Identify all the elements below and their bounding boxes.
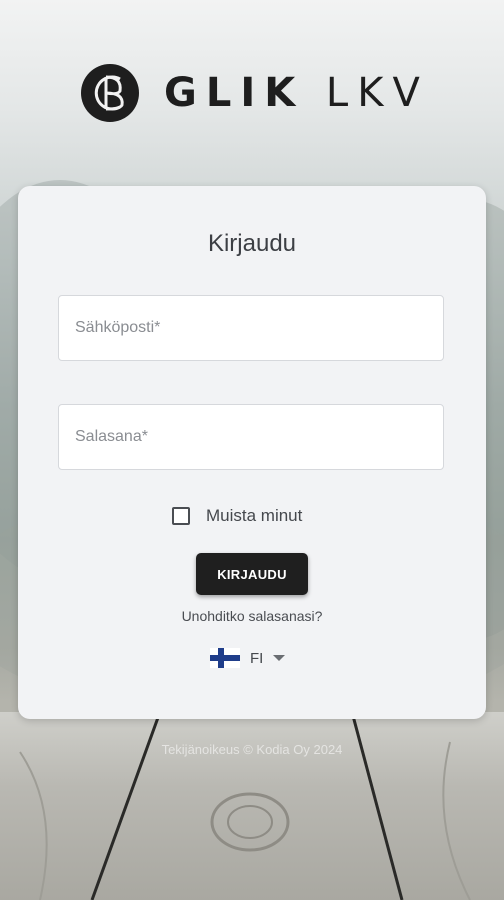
login-button[interactable]: KIRJAUDU bbox=[196, 553, 308, 595]
forgot-password-link[interactable]: Unohditko salasanasi? bbox=[18, 608, 486, 624]
brand-logo: GLIK LKV bbox=[80, 62, 429, 124]
brand-name-light: LKV bbox=[325, 70, 429, 116]
login-card: Kirjaudu Muista minut KIRJAUDU Unohditko… bbox=[18, 186, 486, 719]
login-title: Kirjaudu bbox=[207, 230, 297, 257]
email-input[interactable] bbox=[58, 295, 444, 361]
remember-me-checkbox[interactable] bbox=[172, 507, 190, 525]
glik-monogram-icon bbox=[81, 64, 139, 122]
remember-me-label: Muista minut bbox=[206, 506, 303, 525]
finland-flag-icon bbox=[210, 648, 240, 668]
brand-name-bold: GLIK bbox=[164, 70, 305, 116]
copyright-text: Tekijänoikeus © Kodia Oy 2024 bbox=[161, 742, 343, 757]
wooden-boards-background bbox=[0, 712, 504, 900]
caret-down-icon bbox=[273, 655, 286, 661]
password-input[interactable] bbox=[58, 404, 444, 470]
remember-me[interactable]: Muista minut bbox=[172, 506, 302, 526]
language-code: FI bbox=[250, 649, 264, 667]
language-selector[interactable]: FI bbox=[210, 648, 286, 668]
brand-name: GLIK LKV bbox=[164, 70, 429, 116]
